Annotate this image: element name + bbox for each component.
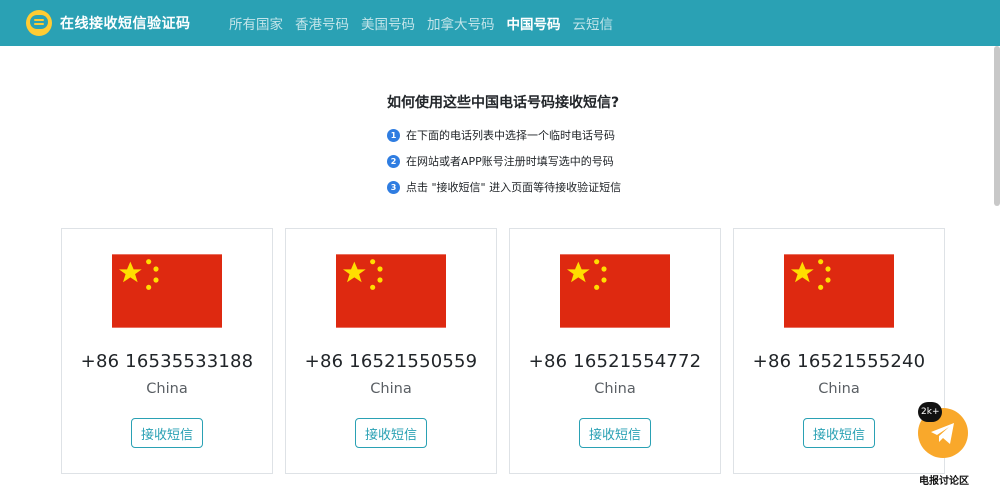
phone-card[interactable]: +86 16535533188 China 接收短信 [61,228,273,474]
country-name: China [370,381,412,397]
instruction-step: 1 在下面的电话列表中选择一个临时电话号码 [387,122,621,148]
receive-sms-button[interactable]: 接收短信 [803,418,875,448]
step-number-badge: 3 [387,180,400,194]
nav-link-hong-kong[interactable]: 香港号码 [295,13,349,33]
brand-logo-link[interactable]: 在线接收短信验证码 [26,10,191,36]
instruction-step: 2 在网站或者APP账号注册时填写选中的号码 [387,148,621,174]
phone-number: +86 16535533188 [80,351,254,372]
receive-sms-button[interactable]: 接收短信 [355,418,427,448]
chat-bubble-icon [26,10,52,36]
china-flag-icon [560,254,670,328]
nav-link-all-countries[interactable]: 所有国家 [229,13,283,33]
member-count-badge: 2k+ [918,402,943,422]
nav-link-canada[interactable]: 加拿大号码 [427,13,495,33]
country-name: China [594,381,636,397]
country-name: China [818,381,860,397]
nav-link-china[interactable]: 中国号码 [507,13,561,33]
receive-sms-button[interactable]: 接收短信 [579,418,651,448]
china-flag-icon [336,254,446,328]
country-name: China [146,381,188,397]
step-text: 点击 "接收短信" 进入页面等待接收验证短信 [406,181,622,194]
nav-link-cloud-sms[interactable]: 云短信 [573,13,614,33]
phone-number: +86 16521550559 [304,351,478,372]
main-nav: 所有国家 香港号码 美国号码 加拿大号码 中国号码 云短信 [229,0,625,46]
telegram-widget: 2k+ [918,402,970,460]
phone-number: +86 16521554772 [528,351,702,372]
top-navbar: 在线接收短信验证码 所有国家 香港号码 美国号码 加拿大号码 中国号码 云短信 [0,0,1000,46]
phone-card[interactable]: +86 16521550559 China 接收短信 [285,228,497,474]
step-text: 在网站或者APP账号注册时填写选中的号码 [406,155,614,168]
receive-sms-button[interactable]: 接收短信 [131,418,203,448]
instruction-step: 3 点击 "接收短信" 进入页面等待接收验证短信 [387,174,621,200]
china-flag-icon [784,254,894,328]
brand-title: 在线接收短信验证码 [60,16,191,32]
telegram-group-label[interactable]: 电报讨论区 [912,472,976,487]
step-number-badge: 2 [387,154,400,168]
step-number-badge: 1 [387,128,400,142]
china-flag-icon [112,254,222,328]
phone-number: +86 16521555240 [752,351,926,372]
usage-instructions: 如何使用这些中国电话号码接收短信? 1 在下面的电话列表中选择一个临时电话号码 … [387,92,621,200]
step-text: 在下面的电话列表中选择一个临时电话号码 [406,129,615,142]
page-scrollbar[interactable] [994,46,1000,206]
instructions-title: 如何使用这些中国电话号码接收短信? [387,95,620,111]
phone-number-list: +86 16535533188 China 接收短信 +86 165215505… [61,228,945,474]
phone-card[interactable]: +86 16521554772 China 接收短信 [509,228,721,474]
phone-card[interactable]: +86 16521555240 China 接收短信 [733,228,945,474]
nav-link-usa[interactable]: 美国号码 [361,13,415,33]
